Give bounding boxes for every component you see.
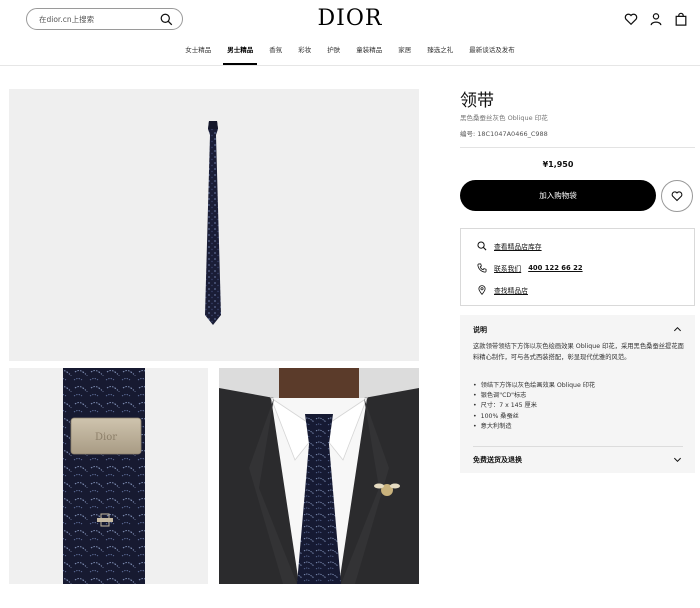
description-title[interactable]: 说明	[473, 325, 487, 335]
phone-icon	[477, 263, 487, 273]
nav-home[interactable]: 家居	[390, 44, 419, 65]
description-panel: 说明 这款领带领结下方饰以灰色绘画效果 Oblique 印花，采用黑色桑蚕丝提花…	[460, 315, 695, 473]
brand-logo[interactable]: DIOR	[290, 6, 410, 31]
product-image-detail[interactable]: Dior	[9, 368, 208, 584]
keeper-logo-text: Dior	[95, 432, 117, 443]
feature-list: 领结下方饰以灰色绘画效果 Oblique 印花 银色调"CD"标志 尺寸：7 x…	[473, 381, 685, 432]
add-to-bag-button[interactable]: 加入购物袋	[460, 180, 656, 211]
location-pin-icon	[478, 285, 486, 295]
nav-men[interactable]: 男士精品	[219, 44, 261, 65]
find-store-link[interactable]: 查找精品店	[477, 285, 528, 295]
product-subtitle: 黑色桑蚕丝灰色 Oblique 印花	[460, 114, 548, 122]
search-icon	[477, 241, 487, 251]
account-user-icon[interactable]	[649, 11, 663, 26]
store-services-box: 查看精品店库存 联系我们 400 122 66 22 查找精品店	[460, 228, 695, 306]
nav-kids[interactable]: 童装精品	[348, 44, 390, 65]
shipping-returns-title[interactable]: 免费送货及退换	[473, 455, 522, 465]
feature-item: 领结下方饰以灰色绘画效果 Oblique 印花	[473, 381, 685, 391]
nav-women[interactable]: 女士精品	[177, 44, 219, 65]
nav-makeup[interactable]: 彩妆	[290, 44, 319, 65]
product-image-model[interactable]	[219, 368, 419, 584]
product-sku: 编号: 18C1047A0466_C988	[460, 130, 548, 138]
search-input[interactable]	[39, 14, 157, 24]
nav-news[interactable]: 最新谈话及发布	[461, 44, 523, 65]
description-text: 这款领带领结下方饰以灰色绘画效果 Oblique 印花，采用黑色桑蚕丝提花面料精…	[473, 343, 684, 361]
nav-fragrance[interactable]: 香氛	[261, 44, 290, 65]
feature-item: 尺寸：7 x 145 厘米	[473, 401, 685, 411]
phone-number: 400 122 66 22	[528, 264, 583, 272]
chevron-up-icon[interactable]	[673, 325, 682, 334]
search-bar[interactable]	[26, 8, 183, 30]
feature-item: 银色调"CD"标志	[473, 391, 685, 401]
feature-item: 意大利制造	[473, 422, 685, 432]
find-store-label: 查找精品店	[494, 287, 528, 295]
nav-gifts[interactable]: 臻选之礼	[419, 44, 461, 65]
product-title: 领带	[460, 91, 494, 111]
heart-icon	[671, 191, 683, 202]
check-stock-label: 查看精品店库存	[494, 243, 542, 251]
site-header: DIOR 女士精品 男士精品 香氛 彩妆 护肤 童装精品 家居 臻选之礼 最新谈…	[0, 0, 700, 66]
search-icon[interactable]	[160, 13, 173, 26]
product-price: ¥1,950	[542, 160, 574, 169]
chevron-down-icon[interactable]	[673, 455, 682, 464]
product-image-main[interactable]	[9, 89, 419, 361]
check-store-stock-link[interactable]: 查看精品店库存	[477, 241, 542, 251]
divider	[473, 446, 683, 447]
contact-us-link[interactable]: 联系我们 400 122 66 22	[477, 263, 583, 273]
main-nav: 女士精品 男士精品 香氛 彩妆 护肤 童装精品 家居 臻选之礼 最新谈话及发布	[0, 44, 700, 65]
contact-label: 联系我们	[494, 265, 522, 273]
feature-item: 100% 桑蚕丝	[473, 412, 685, 422]
wishlist-button[interactable]	[661, 180, 693, 212]
nav-skincare[interactable]: 护肤	[319, 44, 348, 65]
divider	[460, 147, 695, 148]
shopping-bag-icon[interactable]	[674, 11, 688, 26]
wishlist-heart-icon[interactable]	[624, 11, 638, 26]
